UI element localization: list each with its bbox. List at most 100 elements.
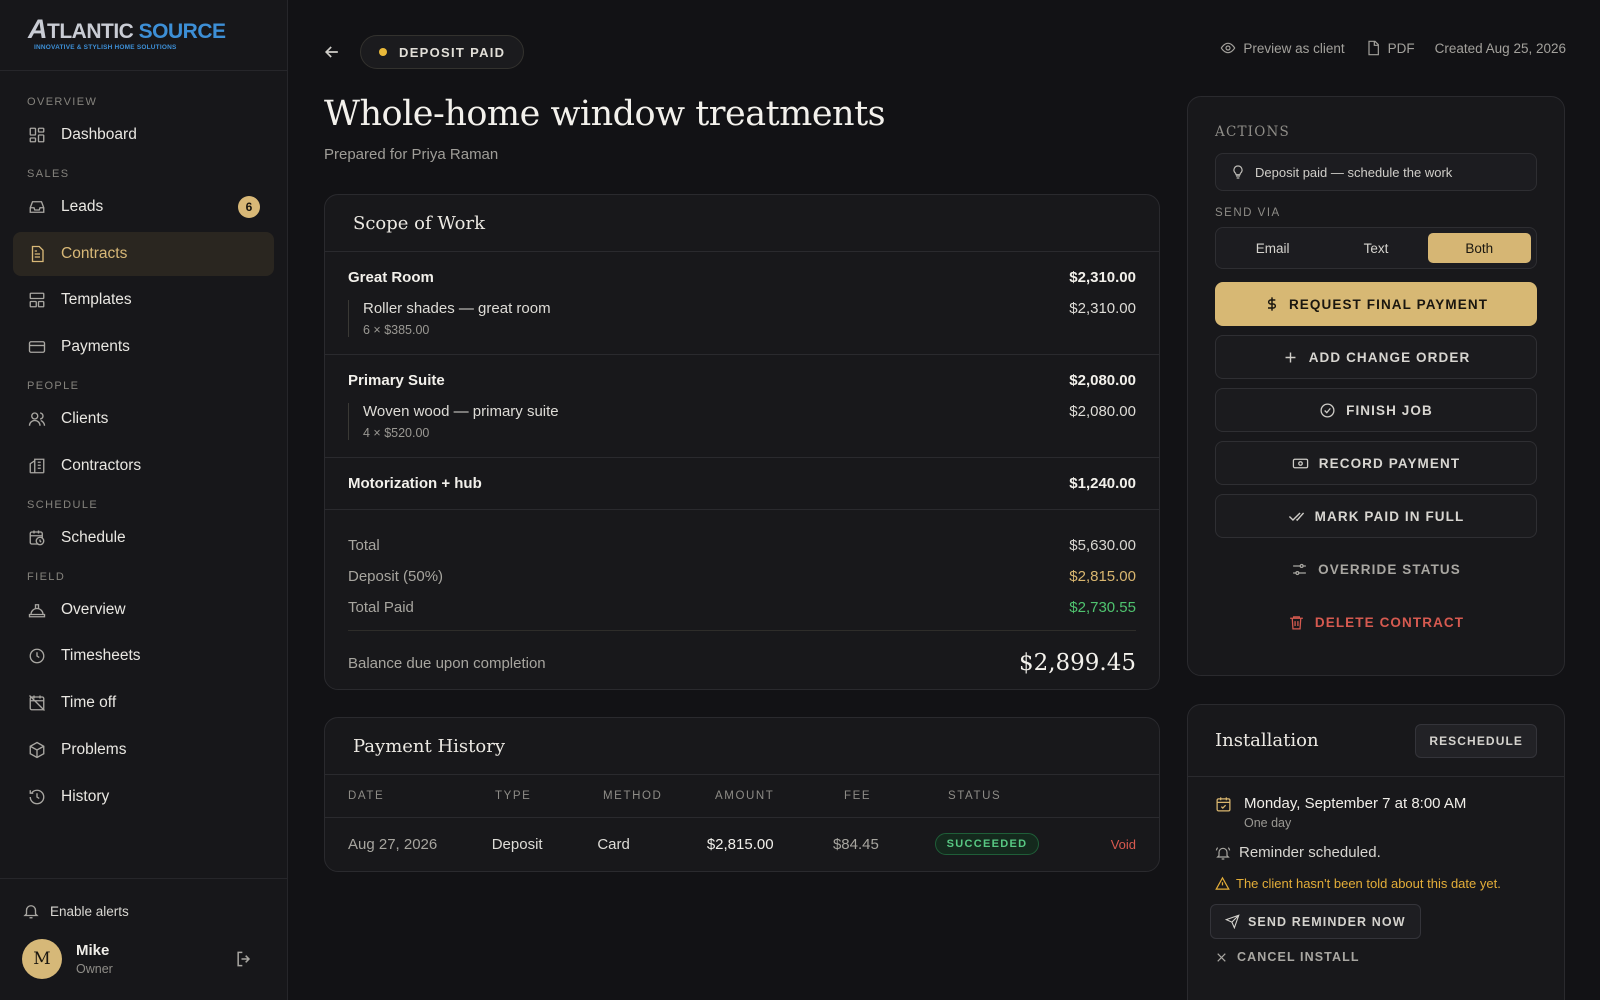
finish-job-button[interactable]: FINISH JOB: [1215, 388, 1537, 432]
record-payment-button[interactable]: RECORD PAYMENT: [1215, 441, 1537, 485]
reschedule-button[interactable]: RESCHEDULE: [1415, 723, 1537, 758]
check-circle-icon: [1319, 402, 1336, 419]
sidebar-item-templates[interactable]: Templates: [13, 278, 274, 322]
double-check-icon: [1288, 508, 1305, 525]
sidebar-item-schedule[interactable]: Schedule: [13, 516, 274, 560]
button-label: SEND REMINDER NOW: [1248, 914, 1406, 929]
total-row: Total $5,630.00: [348, 530, 1136, 561]
button-label: MARK PAID IN FULL: [1314, 508, 1465, 524]
group-total: $2,310.00: [1069, 269, 1136, 286]
sidebar-item-contractors[interactable]: Contractors: [13, 444, 274, 488]
delete-contract-button[interactable]: DELETE CONTRACT: [1215, 600, 1537, 644]
inbox-icon: [27, 197, 47, 217]
preview-as-client-link[interactable]: Preview as client: [1220, 40, 1345, 56]
sidebar-item-clients[interactable]: Clients: [13, 397, 274, 441]
warning-text: The client hasn't been told about this d…: [1236, 876, 1501, 891]
install-date-text: Monday, September 7 at 8:00 AM: [1244, 795, 1467, 812]
package-alert-icon: [27, 740, 47, 760]
send-reminder-now-button[interactable]: SEND REMINDER NOW: [1210, 904, 1421, 939]
column-header: STATUS: [948, 790, 1002, 802]
sidebar-item-label: Problems: [61, 740, 127, 758]
logo-wordmark: ATLANTIC SOURCE: [28, 14, 226, 44]
add-change-order-button[interactable]: ADD CHANGE ORDER: [1215, 335, 1537, 379]
mark-paid-in-full-button[interactable]: MARK PAID IN FULL: [1215, 494, 1537, 538]
status-badge: DEPOSIT PAID: [360, 35, 525, 69]
sidebar-nav: OVERVIEW Dashboard SALES Leads 6 Contrac…: [0, 71, 287, 819]
sidebar: ATLANTIC SOURCE INNOVATIVE & STYLISH HOM…: [0, 0, 288, 1000]
sidebar-item-timesheets[interactable]: Timesheets: [13, 634, 274, 678]
sidebar-item-payments[interactable]: Payments: [13, 325, 274, 369]
balance-value: $2,899.45: [1018, 650, 1136, 676]
paid-row: Total Paid $2,730.55: [348, 592, 1136, 623]
column-header: FEE: [844, 790, 872, 802]
cancel-install-button[interactable]: CANCEL INSTALL: [1215, 950, 1537, 964]
payment-fee: $84.45: [832, 835, 879, 853]
cash-icon: [1292, 455, 1309, 472]
total-value: $5,630.00: [1069, 537, 1136, 554]
sidebar-item-time-off[interactable]: Time off: [13, 681, 274, 725]
column-header: METHOD: [603, 790, 663, 802]
sidebar-item-contracts[interactable]: Contracts: [13, 231, 274, 276]
file-icon: [1365, 40, 1381, 56]
table-header: DATE TYPE METHOD AMOUNT FEE STATUS: [325, 775, 1159, 818]
template-icon: [27, 290, 47, 310]
logout-icon[interactable]: [234, 949, 254, 969]
client-not-notified-warning: The client hasn't been told about this d…: [1215, 876, 1537, 891]
sidebar-item-label: Leads: [61, 198, 104, 215]
send-via-label: SEND VIA: [1215, 207, 1281, 219]
void-link[interactable]: Void: [1097, 837, 1136, 852]
sidebar-item-label: Templates: [61, 291, 132, 309]
dashboard-icon: [27, 125, 47, 145]
payment-amount: $2,815.00: [706, 835, 774, 853]
sidebar-item-label: Payments: [61, 338, 130, 356]
back-arrow-icon[interactable]: [322, 42, 342, 62]
send-via-both[interactable]: Both: [1427, 233, 1531, 263]
eye-icon: [1220, 40, 1236, 56]
status-label: DEPOSIT PAID: [399, 44, 506, 60]
line-item-detail: 4 × $520.00: [363, 426, 430, 440]
installation-heading: Installation: [1215, 730, 1319, 751]
sidebar-item-label: Clients: [61, 410, 109, 428]
scope-group: Motorization + hub $1,240.00: [325, 458, 1159, 510]
sidebar-item-label: Time off: [61, 694, 117, 712]
line-item-detail: 6 × $385.00: [363, 323, 430, 337]
pdf-link[interactable]: PDF: [1365, 40, 1415, 56]
group-name: Motorization + hub: [348, 475, 482, 492]
line-item-name: Roller shades — great room: [363, 300, 551, 317]
sidebar-item-label: Contractors: [61, 456, 142, 474]
override-status-button[interactable]: OVERRIDE STATUS: [1215, 547, 1537, 591]
installation-card: Installation RESCHEDULE Monday, Septembe…: [1187, 704, 1565, 1000]
sidebar-item-leads[interactable]: Leads 6: [13, 185, 274, 229]
sidebar-item-field-overview[interactable]: Overview: [13, 588, 274, 632]
created-date: Created Aug 25, 2026: [1434, 40, 1566, 56]
user-role: Owner: [76, 962, 113, 976]
sidebar-item-history[interactable]: History: [13, 775, 274, 819]
enable-alerts-button[interactable]: Enable alerts: [22, 899, 266, 923]
totals-section: Total $5,630.00 Deposit (50%) $2,815.00 …: [325, 510, 1159, 689]
logo-tagline: INNOVATIVE & STYLISH HOME SOLUTIONS: [34, 44, 177, 51]
warning-icon: [1215, 876, 1230, 891]
button-label: DELETE CONTRACT: [1314, 614, 1465, 630]
logo[interactable]: ATLANTIC SOURCE INNOVATIVE & STYLISH HOM…: [0, 0, 287, 71]
sidebar-item-label: Overview: [61, 600, 126, 618]
deposit-row: Deposit (50%) $2,815.00: [348, 561, 1136, 592]
dollar-icon: [1264, 296, 1280, 312]
nav-section-field: FIELD: [27, 570, 66, 583]
install-date: Monday, September 7 at 8:00 AM One day: [1215, 795, 1537, 830]
sidebar-item-dashboard[interactable]: Dashboard: [13, 113, 274, 157]
request-final-payment-button[interactable]: REQUEST FINAL PAYMENT: [1215, 282, 1537, 326]
plus-icon: [1282, 349, 1299, 366]
user-profile[interactable]: M Mike Owner: [22, 939, 266, 979]
column-header: AMOUNT: [715, 790, 775, 802]
hard-hat-icon: [27, 600, 47, 620]
button-label: CANCEL INSTALL: [1237, 950, 1360, 964]
group-name: Primary Suite: [348, 372, 445, 389]
send-via-email[interactable]: Email: [1221, 233, 1324, 263]
line-item-name: Woven wood — primary suite: [363, 403, 559, 420]
payment-history-card: Payment History DATE TYPE METHOD AMOUNT …: [324, 717, 1160, 872]
credit-card-icon: [27, 337, 47, 357]
lightbulb-icon: [1230, 164, 1246, 180]
enable-alerts-label: Enable alerts: [50, 903, 129, 919]
send-via-text[interactable]: Text: [1324, 233, 1427, 263]
sidebar-item-problems[interactable]: Problems: [13, 728, 274, 772]
